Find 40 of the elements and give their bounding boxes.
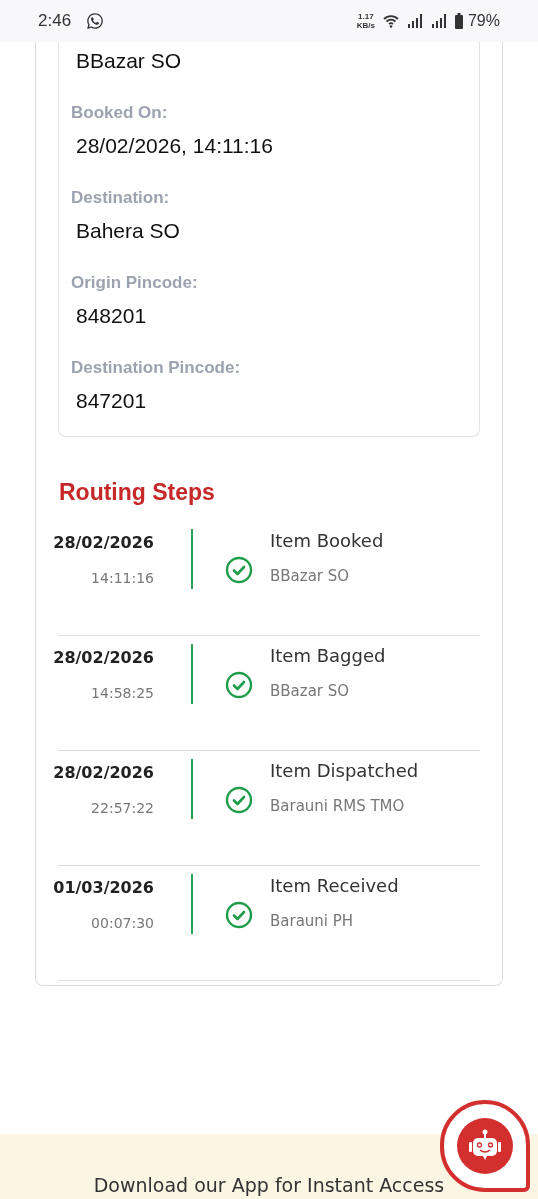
step-time: 22:57:22 <box>91 799 154 818</box>
timeline-line <box>191 874 193 934</box>
step-office: Barauni RMS TMO <box>270 796 406 816</box>
clock: 2:46 <box>38 10 72 33</box>
step-event: Item Booked <box>270 529 384 553</box>
step-office: Barauni PH <box>270 911 355 931</box>
step-office: BBazar SO <box>270 681 351 701</box>
field-value: BBazar SO <box>75 48 183 74</box>
battery-icon <box>454 13 463 29</box>
step-event: Item Received <box>270 874 399 898</box>
timeline-line <box>191 529 193 589</box>
field-value: Bahera SO <box>75 218 181 244</box>
field-label: Destination: <box>71 187 171 209</box>
field-label: Destination Pincode: <box>71 357 242 379</box>
signal-icon <box>430 14 447 28</box>
step-date: 28/02/2026 <box>53 532 154 554</box>
step-date: 01/03/2026 <box>53 877 154 899</box>
step-time: 00:07:30 <box>91 914 154 933</box>
section-title: Routing Steps <box>59 478 216 507</box>
battery-level: 79% <box>467 11 500 31</box>
signal-icon <box>406 14 423 28</box>
field-label: Booked On: <box>71 102 169 124</box>
step-time: 14:58:25 <box>91 684 154 703</box>
step-time: 14:11:16 <box>91 569 154 588</box>
field-value: 847201 <box>75 388 148 414</box>
step-event: Item Bagged <box>270 644 386 668</box>
field-label: Origin Pincode: <box>71 272 199 294</box>
timeline-line <box>191 759 193 819</box>
step-date: 28/02/2026 <box>53 647 154 669</box>
field-value: 28/02/2026, 14:11:16 <box>75 133 274 159</box>
chat-icon <box>86 12 105 30</box>
step-event: Item Dispatched <box>270 759 419 783</box>
field-value: 848201 <box>75 303 148 329</box>
footer-text: Download our App for Instant Access <box>93 1173 445 1197</box>
step-date: 28/02/2026 <box>53 762 154 784</box>
robot-icon <box>457 1118 513 1174</box>
timeline-line <box>191 644 193 704</box>
step-office: BBazar SO <box>270 566 351 586</box>
wifi-icon <box>382 14 399 28</box>
network-speed: 1.17 KB/s <box>356 12 375 30</box>
